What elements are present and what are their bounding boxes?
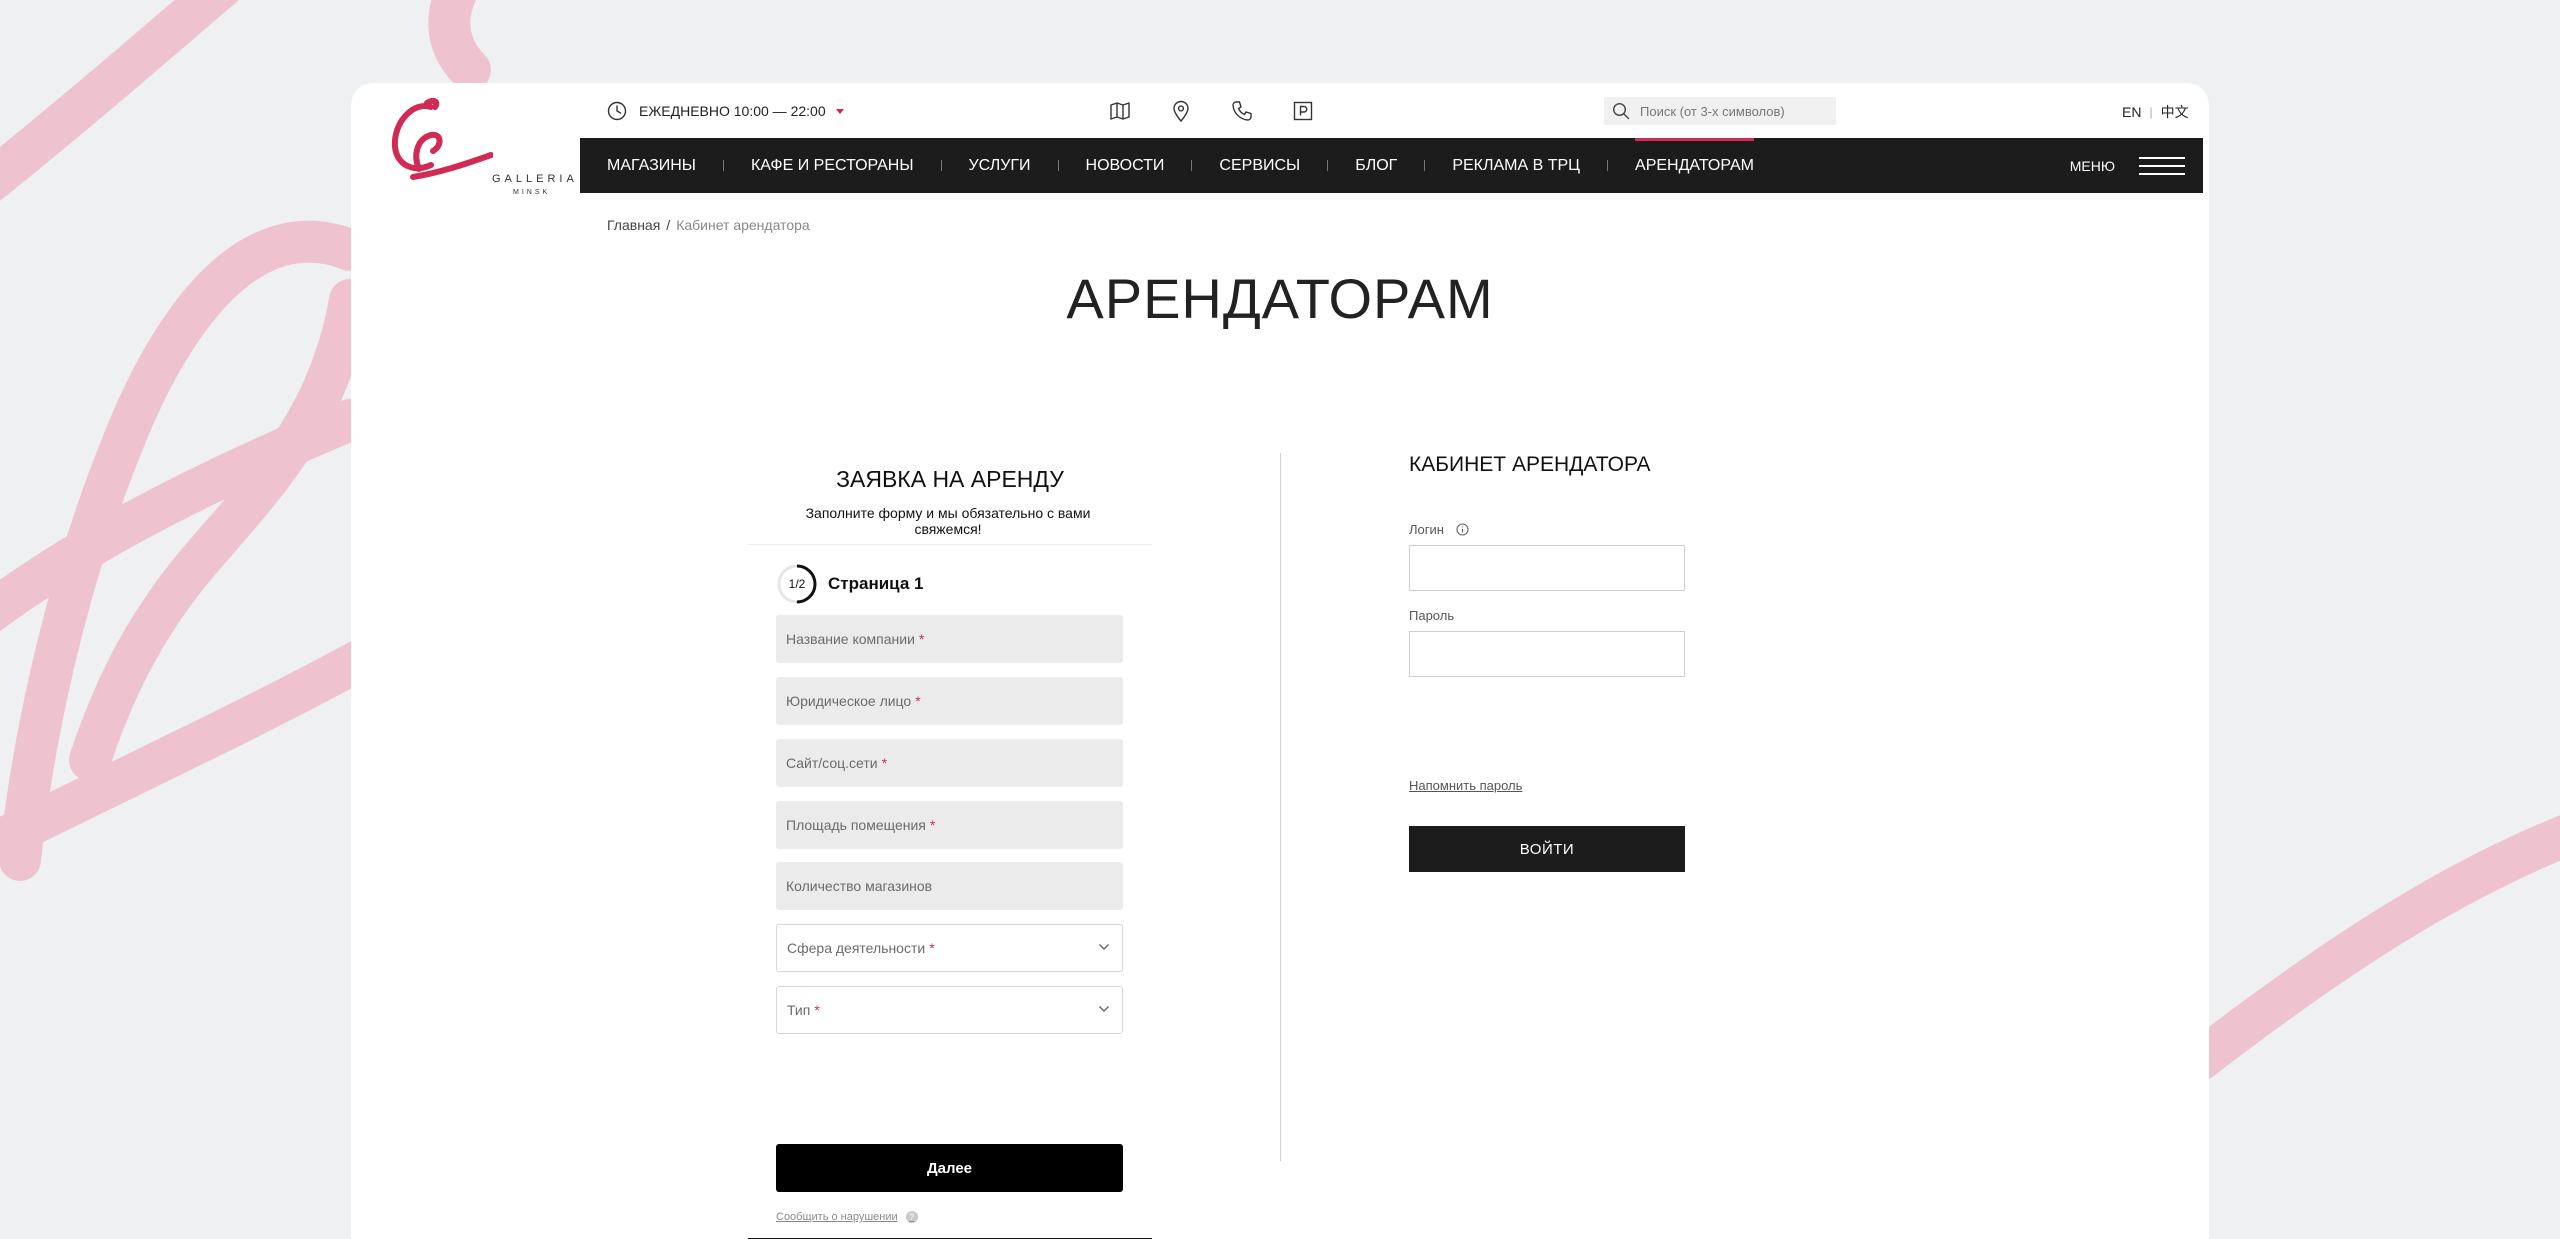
form-title: ЗАЯВКА НА АРЕНДУ — [836, 466, 1064, 492]
report-violation-label: Сообщить о нарушении — [776, 1211, 898, 1223]
lang-zh[interactable]: 中文 — [2161, 102, 2189, 122]
business-sphere-select[interactable]: Сфера деятельности * — [776, 924, 1123, 972]
breadcrumb-separator: / — [666, 217, 671, 233]
report-violation-link[interactable]: Сообщить о нарушении ? — [776, 1211, 918, 1223]
login-button[interactable]: ВОЙТИ — [1409, 826, 1685, 872]
field-placeholder: Тип — [787, 1002, 811, 1018]
required-mark: * — [929, 940, 935, 956]
hamburger-icon — [2139, 156, 2185, 175]
field-placeholder: Сфера деятельности — [787, 940, 926, 956]
field-placeholder: Сайт/соц.сети — [786, 755, 878, 771]
legal-entity-field[interactable]: Юридическое лицо * — [776, 677, 1123, 725]
nav-separator — [1607, 160, 1609, 171]
website-field[interactable]: Сайт/соц.сети * — [776, 739, 1123, 787]
menu-label: МЕНЮ — [2069, 157, 2115, 174]
nav-item-tenants[interactable]: АРЕНДАТОРАМ — [1635, 138, 1754, 193]
tenant-login-panel: КАБИНЕТ АРЕНДАТОРА Логин Пароль Напомнит… — [1409, 453, 1689, 872]
search-box[interactable] — [1604, 97, 1836, 125]
breadcrumb-current: Кабинет арендатора — [676, 217, 810, 233]
logo-city: MINSK — [513, 189, 551, 196]
nav-item-blog[interactable]: БЛОГ — [1355, 138, 1397, 193]
phone-icon[interactable] — [1229, 98, 1254, 123]
chevron-down-icon — [1099, 1006, 1109, 1012]
clock-icon — [607, 101, 627, 121]
logo-wordmark: GALLERIA — [492, 173, 578, 185]
login-input[interactable] — [1409, 545, 1685, 591]
nav-separator — [1424, 160, 1426, 171]
step-progress-ring: 1/2 — [776, 563, 818, 605]
location-pin-icon[interactable] — [1168, 98, 1193, 123]
field-placeholder: Название компании — [786, 631, 915, 647]
nav-separator — [1057, 160, 1059, 171]
login-title: КАБИНЕТ АРЕНДАТОРА — [1409, 453, 1651, 476]
page-title: АРЕНДАТОРАМ — [1066, 267, 1494, 330]
search-icon[interactable] — [1612, 102, 1630, 120]
type-select[interactable]: Тип * — [776, 986, 1123, 1034]
nav-separator — [1191, 160, 1193, 171]
map-icon[interactable] — [1107, 98, 1132, 123]
nav-item-amenities[interactable]: СЕРВИСЫ — [1219, 138, 1300, 193]
question-icon: ? — [905, 1211, 918, 1223]
forgot-password-link[interactable]: Напомнить пароль — [1409, 778, 1522, 793]
nav-item-services[interactable]: УСЛУГИ — [969, 138, 1031, 193]
column-divider — [1280, 453, 1281, 1161]
nav-item-news[interactable]: НОВОСТИ — [1086, 138, 1165, 193]
top-bar: ЕЖЕДНЕВНО 10:00 — 22:00 Поиск (от 3-х си… — [351, 83, 2209, 138]
login-field-label: Логин — [1409, 522, 1469, 537]
form-subtitle: Заполните форму и мы обязательно с вами … — [805, 505, 1091, 537]
form-divider — [748, 544, 1152, 545]
password-input[interactable] — [1409, 631, 1685, 677]
step-counter: 1/2 — [788, 577, 806, 591]
search-input[interactable] — [1640, 103, 1820, 119]
info-icon[interactable] — [1456, 523, 1469, 536]
required-mark: * — [814, 1002, 820, 1018]
quick-links — [1107, 98, 1315, 123]
breadcrumb-home[interactable]: Главная — [607, 217, 660, 233]
nav-separator — [1327, 160, 1329, 171]
nav-item-advertising[interactable]: РЕКЛАМА В ТРЦ — [1452, 138, 1580, 193]
step-indicator: 1/2 Страница 1 — [776, 563, 923, 605]
nav-items: МАГАЗИНЫ КАФЕ И РЕСТОРАНЫ УСЛУГИ НОВОСТИ… — [580, 138, 1754, 193]
caret-down-icon — [835, 108, 844, 114]
company-name-field[interactable]: Название компании * — [776, 615, 1123, 663]
next-button[interactable]: Далее — [776, 1144, 1123, 1192]
main-navigation: МАГАЗИНЫ КАФЕ И РЕСТОРАНЫ УСЛУГИ НОВОСТИ… — [580, 138, 2203, 193]
nav-item-cafes[interactable]: КАФЕ И РЕСТОРАНЫ — [751, 138, 914, 193]
password-label-text: Пароль — [1409, 608, 1455, 623]
required-mark: * — [929, 817, 936, 833]
field-placeholder: Количество магазинов — [786, 878, 933, 894]
opening-hours[interactable]: ЕЖЕДНЕВНО 10:00 — 22:00 — [607, 101, 844, 121]
breadcrumb: Главная / Кабинет арендатора — [607, 217, 810, 233]
language-switcher: EN | 中文 — [2122, 102, 2189, 122]
required-mark: * — [881, 755, 888, 771]
main-card: GALLERIA MINSK ЕЖЕДНЕВНО 10:00 — 22:00 П… — [351, 83, 2209, 1239]
parking-icon[interactable] — [1290, 98, 1315, 123]
nav-separator — [940, 160, 942, 171]
rental-application-form: ЗАЯВКА НА АРЕНДУ Заполните форму и мы об… — [748, 466, 1152, 1239]
chevron-down-icon — [1099, 944, 1109, 950]
nav-separator — [722, 160, 724, 171]
nav-item-shops[interactable]: МАГАЗИНЫ — [607, 138, 696, 193]
field-placeholder: Юридическое лицо — [786, 693, 912, 709]
password-field-label: Пароль — [1409, 608, 1454, 623]
step-label: Страница 1 — [828, 574, 924, 593]
opening-hours-label: ЕЖЕДНЕВНО 10:00 — 22:00 — [639, 103, 826, 119]
store-count-field[interactable]: Количество магазинов — [776, 862, 1123, 910]
lang-en[interactable]: EN — [2122, 104, 2141, 120]
area-field[interactable]: Площадь помещения * — [776, 801, 1123, 849]
menu-button[interactable]: МЕНЮ — [2070, 138, 2185, 193]
login-label-text: Логин — [1409, 522, 1444, 537]
required-mark: * — [915, 693, 921, 709]
lang-separator: | — [2149, 105, 2153, 119]
field-placeholder: Площадь помещения — [786, 817, 926, 833]
required-mark: * — [918, 631, 925, 647]
